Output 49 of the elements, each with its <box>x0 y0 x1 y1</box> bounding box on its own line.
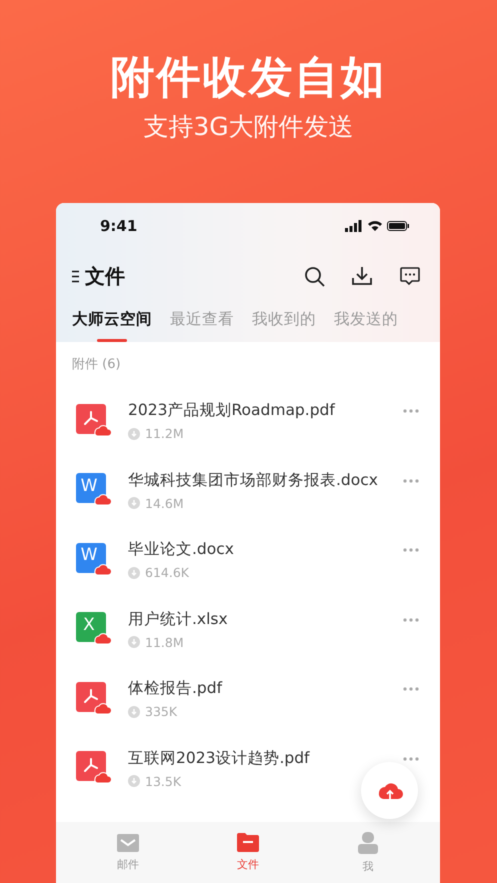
chat-icon[interactable] <box>398 264 422 288</box>
envelope-icon <box>117 834 139 852</box>
download-icon[interactable] <box>350 264 374 288</box>
tab[interactable]: 大师云空间 <box>72 304 152 342</box>
more-icon[interactable] <box>402 547 420 553</box>
promo-subline: 支持3G大附件发送 <box>143 111 354 143</box>
file-size: 13.5K <box>145 774 182 788</box>
file-name: 毕业论文.docx <box>128 539 235 560</box>
more-icon[interactable] <box>402 616 420 622</box>
file-name: 互联网2023设计趋势.pdf <box>128 748 311 768</box>
wifi-icon <box>367 220 382 232</box>
file-name: 用户统计.xlsx <box>128 608 229 630</box>
pdf-file-icon <box>76 751 112 786</box>
file-size: 11.2M <box>145 426 184 441</box>
menu-icon[interactable] <box>72 270 79 282</box>
page-title: 文件 <box>85 262 126 290</box>
more-icon[interactable] <box>402 756 420 762</box>
file-row[interactable]: W 华城科技集团市场部财务报表.docx 14.6M <box>56 456 440 525</box>
download-circle-icon <box>128 636 140 648</box>
pdf-file-icon <box>76 682 112 716</box>
download-circle-icon <box>128 775 140 787</box>
nav-tab[interactable]: 文件 <box>218 822 278 883</box>
pdf-file-icon <box>76 404 112 438</box>
person-icon <box>358 832 378 854</box>
file-size: 335K <box>145 704 178 719</box>
battery-icon <box>387 220 410 232</box>
file-row[interactable]: W 毕业论文.docx 614.6K <box>56 525 440 594</box>
file-row[interactable]: 2023产品规划Roadmap.pdf 11.2M <box>56 386 440 456</box>
download-circle-icon <box>128 566 140 578</box>
signal-icon <box>345 220 362 232</box>
download-circle-icon <box>128 428 140 440</box>
search-icon[interactable] <box>302 264 326 288</box>
file-name: 体检报告.pdf <box>128 678 224 699</box>
file-size: 14.6M <box>145 496 184 510</box>
more-icon[interactable] <box>402 478 420 484</box>
promo-headline: 附件收发自如 <box>110 52 386 104</box>
folder-icon <box>237 833 259 852</box>
status-time: 9:41 <box>100 216 138 234</box>
file-size: 11.8M <box>145 634 184 650</box>
download-circle-icon <box>128 497 140 509</box>
file-row[interactable]: 体检报告.pdf 335K <box>56 664 440 734</box>
file-size: 614.6K <box>145 565 189 580</box>
download-circle-icon <box>128 706 140 718</box>
section-label: 附件 (6) <box>72 356 121 373</box>
file-name: 华城科技集团市场部财务报表.docx <box>128 470 379 490</box>
file-name: 2023产品规划Roadmap.pdf <box>128 400 336 421</box>
more-icon[interactable] <box>402 408 420 414</box>
file-row[interactable]: X 用户统计.xlsx 11.8M <box>56 594 440 664</box>
more-icon[interactable] <box>402 686 420 692</box>
